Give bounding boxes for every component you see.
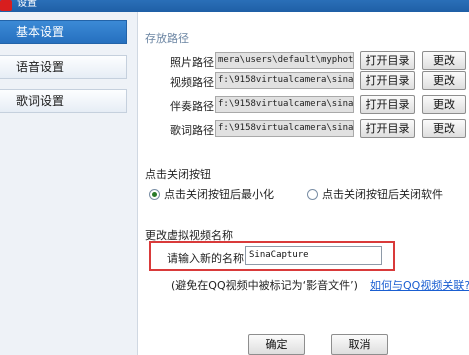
photo-open-folder-button[interactable]: 打开目录 — [360, 51, 415, 70]
exit-on-close-option[interactable]: 点击关闭按钮后关闭软件 — [307, 188, 462, 202]
accompaniment-change-button[interactable]: 更改 — [422, 95, 466, 114]
sidebar-item-basic-settings[interactable]: 基本设置 — [0, 20, 127, 44]
video-path-field[interactable]: f:\9158virtualcamera\sinavi — [215, 72, 354, 89]
app-logo-icon — [0, 0, 12, 11]
photo-change-button[interactable]: 更改 — [422, 51, 466, 70]
accompaniment-path-field[interactable]: f:\9158virtualcamera\sinavi — [215, 96, 354, 113]
radio-unchecked-icon[interactable] — [307, 189, 318, 200]
qq-video-help-link[interactable]: 如何与QQ视频关联? — [370, 277, 469, 293]
video-path-label: 视频路径 — [170, 76, 214, 89]
radio-checked-icon[interactable] — [149, 189, 160, 200]
ok-button[interactable]: 确定 — [248, 334, 305, 355]
title-bar: 设置 — [0, 0, 469, 12]
sidebar-item-lyrics-settings[interactable]: 歌词设置 — [0, 89, 127, 113]
lyrics-change-button[interactable]: 更改 — [422, 119, 466, 138]
minimize-on-close-label: 点击关闭按钮后最小化 — [164, 188, 274, 201]
window-title: 设置 — [17, 0, 37, 9]
video-change-button[interactable]: 更改 — [422, 71, 466, 90]
sidebar: 基本设置 语音设置 歌词设置 — [0, 12, 138, 355]
minimize-on-close-option[interactable]: 点击关闭按钮后最小化 — [149, 188, 289, 202]
sidebar-item-voice-settings[interactable]: 语音设置 — [0, 55, 127, 79]
storage-section-title: 存放路径 — [145, 32, 189, 45]
new-name-label: 请输入新的名称 — [167, 252, 244, 265]
exit-on-close-label: 点击关闭按钮后关闭软件 — [322, 188, 443, 201]
lyrics-path-field[interactable]: f:\9158virtualcamera\sinavi — [215, 120, 354, 137]
close-button-section-title: 点击关闭按钮 — [145, 168, 211, 181]
cancel-button[interactable]: 取消 — [331, 334, 388, 355]
photo-path-field[interactable]: mera\users\default\myphotos — [215, 52, 354, 69]
new-name-input[interactable]: SinaCapture — [245, 246, 382, 265]
accompaniment-open-folder-button[interactable]: 打开目录 — [360, 95, 415, 114]
lyrics-open-folder-button[interactable]: 打开目录 — [360, 119, 415, 138]
accompaniment-path-label: 伴奏路径 — [170, 100, 214, 113]
video-open-folder-button[interactable]: 打开目录 — [360, 71, 415, 90]
rename-note: (避免在QQ视频中被标记为‘影音文件’) — [171, 279, 358, 292]
photo-path-label: 照片路径 — [170, 56, 214, 69]
settings-panel: 存放路径 照片路径 mera\users\default\myphotos 打开… — [137, 12, 469, 355]
lyrics-path-label: 歌词路径 — [170, 124, 214, 137]
